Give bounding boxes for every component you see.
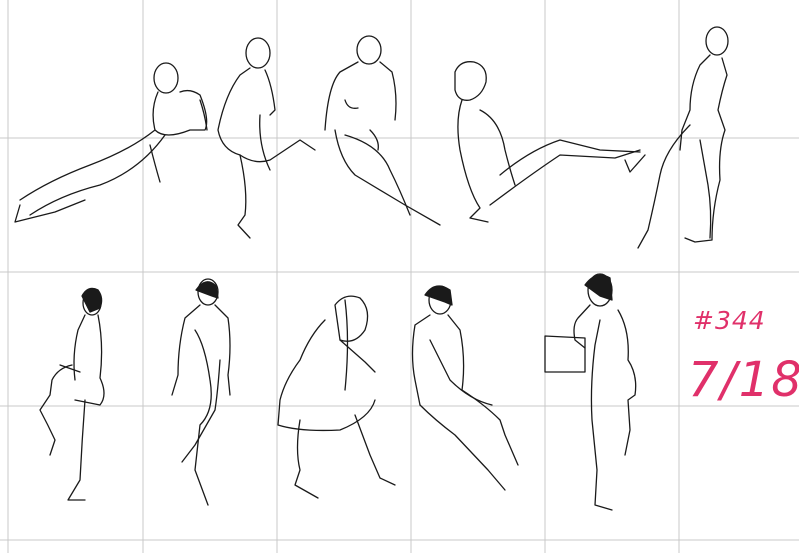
sketch-canvas [0,0,799,553]
figure-sketch-3 [324,35,441,226]
sketch-date-label: 7/18 [688,352,799,408]
figure-sketch-7 [171,278,231,506]
figure-sketch-9 [411,285,519,491]
figure-sketch-10 [544,273,637,511]
figure-sketch-1 [14,62,208,223]
figure-sketch-4 [454,61,646,223]
figure-sketch-6 [39,287,105,501]
sketch-number-label: #344 [693,306,766,335]
grid-lines [0,0,799,553]
figure-sketch-8 [277,295,396,499]
